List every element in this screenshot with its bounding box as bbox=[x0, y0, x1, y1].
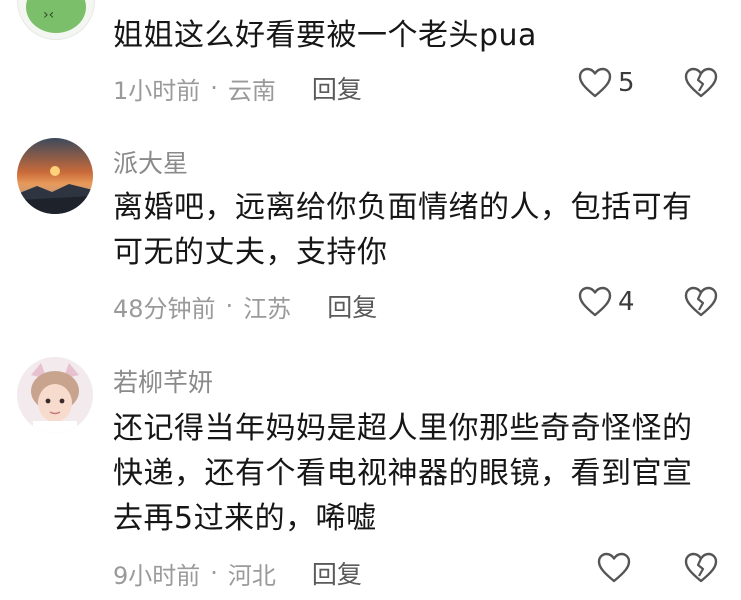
girl-bunny-ears-avatar-icon bbox=[17, 357, 93, 433]
heart-icon bbox=[597, 552, 631, 583]
like-button[interactable] bbox=[597, 552, 637, 584]
like-count: 5 bbox=[618, 68, 635, 98]
comment-item: ›‹ 姐姐这么好看要被一个老头pua 1小时前 · 云南 回复 5 bbox=[0, 0, 741, 120]
avatar[interactable]: ›‹ bbox=[17, 0, 95, 40]
broken-heart-icon bbox=[684, 552, 718, 583]
avatar[interactable] bbox=[17, 357, 93, 433]
dislike-button[interactable] bbox=[684, 286, 718, 318]
broken-heart-icon bbox=[684, 67, 718, 98]
comment-location: 江苏 bbox=[243, 294, 292, 323]
comment-item: 若柳芊妍 还记得当年妈妈是超人里你那些奇奇怪怪的快递，还有个看电视神器的眼镜，看… bbox=[0, 340, 741, 600]
comment-time: 1小时前 bbox=[113, 76, 201, 105]
reply-button[interactable]: 回复 bbox=[327, 288, 377, 324]
meta-separator: · bbox=[210, 559, 218, 587]
comment-username[interactable]: 派大星 bbox=[113, 144, 188, 180]
dislike-button[interactable] bbox=[684, 67, 718, 99]
comment-text: 还记得当年妈妈是超人里你那些奇奇怪怪的快递，还有个看电视神器的眼镜，看到官宣去再… bbox=[113, 411, 693, 536]
comment-location: 云南 bbox=[227, 76, 276, 105]
svg-text:›‹: ›‹ bbox=[43, 7, 54, 23]
comment-time: 9小时前 bbox=[113, 561, 201, 590]
broken-heart-icon bbox=[684, 286, 718, 317]
like-count: 4 bbox=[618, 287, 635, 317]
like-button[interactable]: 4 bbox=[578, 286, 635, 318]
comment-time: 48分钟前 bbox=[113, 294, 216, 323]
comment-text: 离婚吧，远离给你负面情绪的人，包括可有可无的丈夫，支持你 bbox=[113, 190, 693, 270]
sunset-landscape-avatar-icon bbox=[17, 138, 93, 214]
heart-icon bbox=[578, 67, 612, 98]
comment-location: 河北 bbox=[227, 561, 276, 590]
comment-meta: 1小时前 · 云南 回复 bbox=[113, 70, 362, 106]
meta-separator: · bbox=[210, 74, 218, 102]
reply-button[interactable]: 回复 bbox=[312, 555, 362, 591]
green-cartoon-avatar-icon: ›‹ bbox=[26, 0, 86, 33]
comment-meta: 48分钟前 · 江苏 回复 bbox=[113, 288, 377, 324]
reply-button[interactable]: 回复 bbox=[312, 70, 362, 106]
meta-separator: · bbox=[225, 292, 234, 320]
avatar[interactable] bbox=[17, 138, 93, 214]
comment-item: 派大星 离婚吧，远离给你负面情绪的人，包括可有可无的丈夫，支持你 48分钟前 ·… bbox=[0, 120, 741, 330]
comment-text: 姐姐这么好看要被一个老头pua bbox=[113, 18, 537, 53]
comment-meta: 9小时前 · 河北 回复 bbox=[113, 555, 362, 591]
like-button[interactable]: 5 bbox=[578, 67, 635, 99]
heart-icon bbox=[578, 286, 612, 317]
dislike-button[interactable] bbox=[684, 552, 718, 584]
comment-username[interactable]: 若柳芊妍 bbox=[113, 363, 213, 399]
